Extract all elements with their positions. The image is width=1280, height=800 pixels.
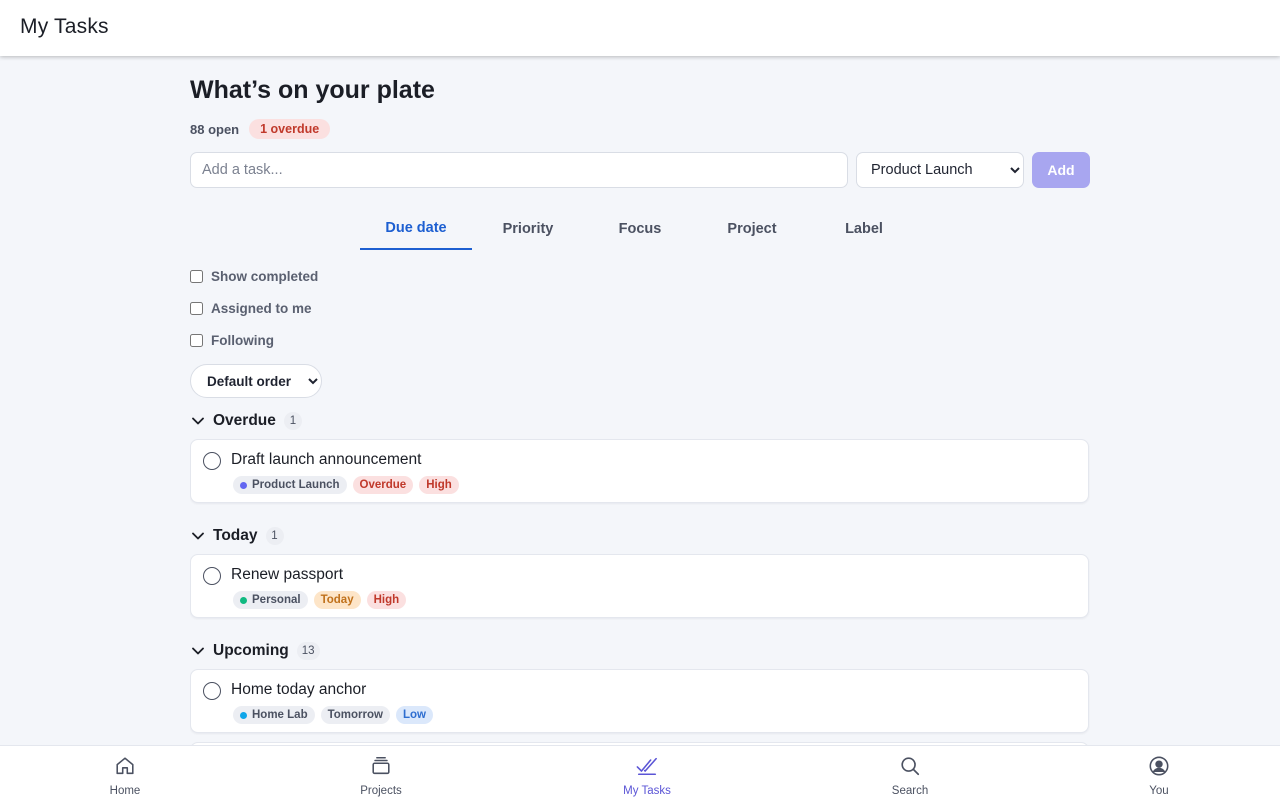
assigned-to-me-label: Assigned to me [211, 300, 312, 316]
home-icon [114, 755, 136, 782]
group-header-today[interactable]: Today 1 [190, 526, 284, 546]
nav-label: Home [109, 785, 141, 797]
add-task-row: Product Launch Add [190, 152, 1090, 188]
sort-order-select[interactable]: Default order [190, 364, 322, 398]
tab-due-date[interactable]: Due date [360, 208, 472, 250]
following-label: Following [211, 332, 274, 348]
chevron-down-icon [190, 413, 206, 429]
task-title[interactable]: Home today anchor [231, 681, 366, 699]
open-count: 88 open [190, 121, 240, 137]
project-chip-label: Personal [252, 594, 301, 606]
group-count: 1 [265, 527, 284, 545]
filter-assigned-to-me[interactable]: Assigned to me [190, 299, 312, 317]
group-by-tabs: Due date Priority Focus Project Label [360, 208, 920, 250]
tab-priority[interactable]: Priority [472, 208, 584, 250]
user-circle-icon [1148, 755, 1170, 782]
main-content: What’s on your plate 88 open 1 overdue P… [190, 56, 1090, 746]
project-chip: Personal [233, 591, 308, 609]
top-app-bar: My Tasks [0, 0, 1280, 56]
group-name: Upcoming [213, 642, 289, 659]
priority-chip: High [366, 591, 407, 609]
due-chip: Tomorrow [320, 706, 390, 724]
task-complete-toggle[interactable] [203, 682, 221, 700]
double-check-icon [636, 755, 658, 782]
nav-you[interactable]: You [1134, 746, 1184, 800]
filter-following[interactable]: Following [190, 331, 274, 349]
project-chip: Home Lab [233, 706, 315, 724]
projects-icon [370, 755, 392, 782]
task-chips: Product Launch Overdue High [233, 476, 465, 494]
task-summary: 88 open 1 overdue [190, 118, 331, 140]
add-task-input[interactable] [190, 152, 848, 188]
due-chip: Today [313, 591, 361, 609]
show-completed-checkbox[interactable] [190, 269, 203, 283]
search-icon [899, 755, 921, 782]
group-name: Overdue [213, 412, 276, 429]
group-header-overdue[interactable]: Overdue 1 [190, 411, 302, 431]
tab-focus[interactable]: Focus [584, 208, 696, 250]
nav-label: Search [891, 785, 929, 797]
project-chip-label: Product Launch [252, 479, 340, 491]
group-header-upcoming[interactable]: Upcoming 13 [190, 641, 320, 661]
chevron-down-icon [190, 643, 206, 659]
task-card[interactable]: Renew passport Personal Today High [190, 554, 1089, 618]
project-color-dot [240, 711, 247, 719]
project-chip: Product Launch [233, 476, 347, 494]
task-chips: Personal Today High [233, 591, 412, 609]
project-color-dot [240, 596, 247, 604]
project-chip-label: Home Lab [252, 709, 308, 721]
page-heading: What’s on your plate [190, 76, 435, 104]
project-color-dot [240, 481, 247, 489]
nav-home[interactable]: Home [95, 746, 155, 800]
task-chips: Home Lab Tomorrow Low [233, 706, 439, 724]
nav-label: Projects [360, 785, 402, 797]
due-chip: Overdue [352, 476, 414, 494]
nav-label: You [1149, 785, 1169, 797]
group-count: 1 [283, 412, 302, 430]
group-name: Today [213, 527, 258, 544]
filter-show-completed[interactable]: Show completed [190, 267, 318, 285]
task-card[interactable]: Home today anchor Home Lab Tomorrow Low [190, 669, 1089, 733]
nav-my-tasks[interactable]: My Tasks [612, 746, 682, 800]
app-title: My Tasks [20, 15, 109, 38]
priority-chip: Low [395, 706, 433, 724]
tab-label[interactable]: Label [808, 208, 920, 250]
nav-search[interactable]: Search [880, 746, 940, 800]
chevron-down-icon [190, 528, 206, 544]
project-select[interactable]: Product Launch [856, 152, 1024, 188]
group-count: 13 [296, 642, 320, 660]
priority-chip: High [419, 476, 459, 494]
task-title[interactable]: Draft launch announcement [231, 451, 421, 469]
overdue-badge[interactable]: 1 overdue [249, 119, 331, 139]
add-task-button[interactable]: Add [1032, 152, 1090, 188]
task-complete-toggle[interactable] [203, 567, 221, 585]
assigned-to-me-checkbox[interactable] [190, 301, 203, 315]
nav-label: My Tasks [623, 785, 671, 797]
show-completed-label: Show completed [211, 268, 319, 284]
task-complete-toggle[interactable] [203, 452, 221, 470]
nav-projects[interactable]: Projects [346, 746, 416, 800]
bottom-navigation: Home Projects My Tasks Search You [0, 745, 1280, 800]
tab-project[interactable]: Project [696, 208, 808, 250]
following-checkbox[interactable] [190, 333, 203, 347]
task-title[interactable]: Renew passport [231, 566, 343, 584]
task-card[interactable]: Draft launch announcement Product Launch… [190, 439, 1089, 503]
